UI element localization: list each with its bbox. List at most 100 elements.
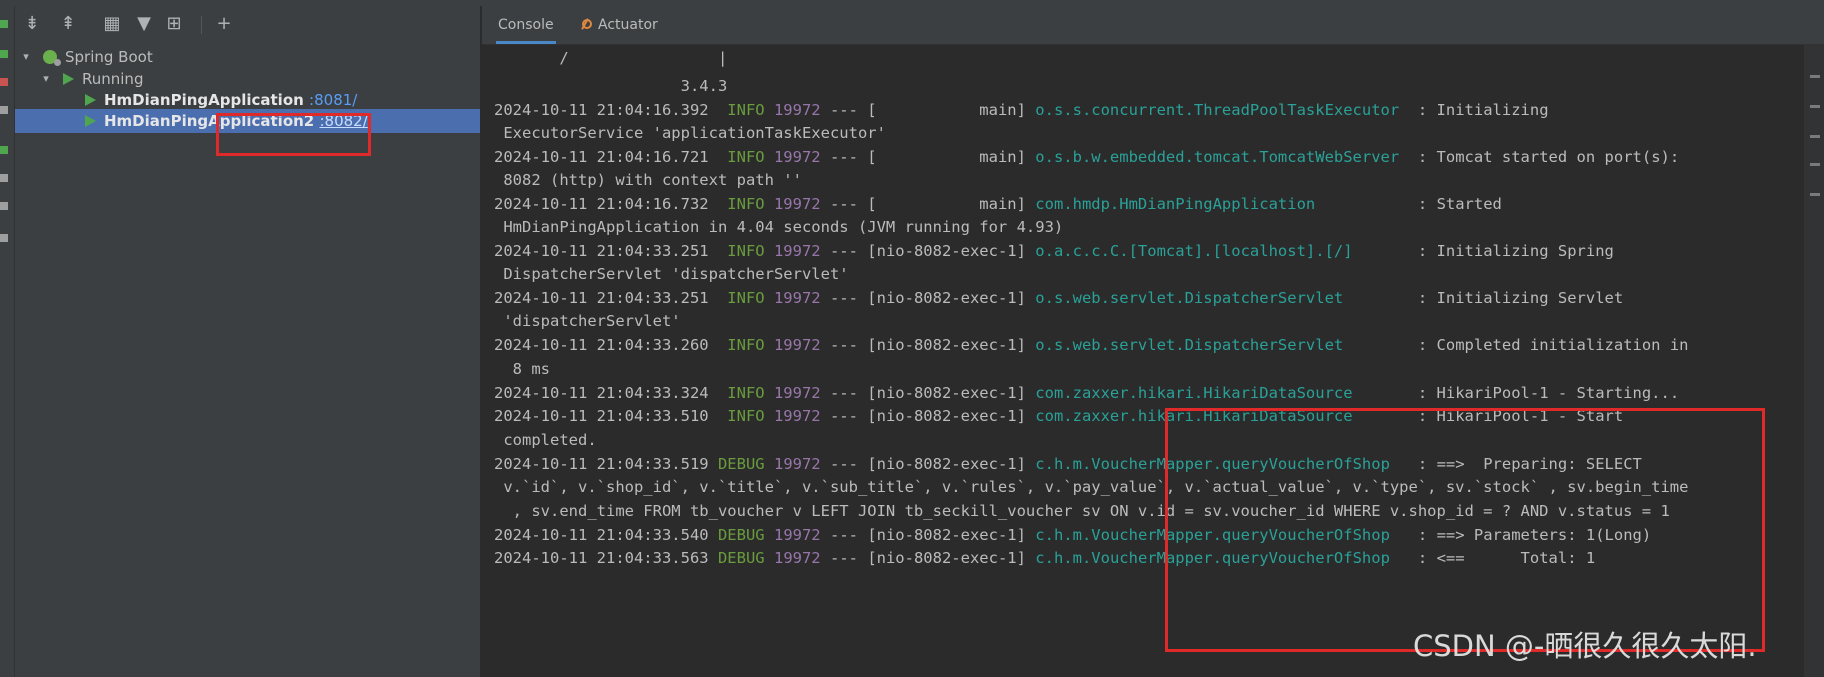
- console-pid: 19972: [773, 455, 821, 473]
- group-icon[interactable]: ▦: [99, 12, 125, 36]
- console-lvl-info: INFO: [727, 384, 765, 402]
- console-text: ExecutorService 'applicationTaskExecutor…: [494, 124, 886, 142]
- print-icon[interactable]: [1810, 163, 1820, 166]
- console-side-toolbar: [1804, 45, 1824, 677]
- console-text: --- [nio-8082-exec-1]: [820, 242, 1036, 260]
- tab-console[interactable]: Console: [496, 6, 556, 44]
- console-text: 8082 (http) with context path '': [494, 171, 802, 189]
- console-text: 2024-10-11 21:04:16.392: [494, 101, 728, 119]
- chevron-down-icon[interactable]: ▾: [19, 45, 33, 69]
- console-logger[interactable]: o.s.web.servlet.DispatcherServlet: [1035, 336, 1343, 354]
- console-text: DispatcherServlet 'dispatcherServlet': [494, 265, 849, 283]
- console-logger[interactable]: c.h.m.VoucherMapper.queryVoucherOfShop: [1035, 549, 1390, 567]
- console-line: 'dispatcherServlet': [494, 308, 680, 334]
- console-text: , sv.end_time FROM tb_voucher v LEFT JOI…: [494, 502, 1670, 520]
- console-lvl-info: INFO: [727, 101, 765, 119]
- console-text: --- [nio-8082-exec-1]: [820, 526, 1036, 544]
- tab-actuator[interactable]: Actuator: [578, 6, 658, 44]
- soft-wrap-icon[interactable]: [1810, 105, 1820, 108]
- console-text: 2024-10-11 21:04:33.251: [494, 289, 728, 307]
- console-text: 2024-10-11 21:04:33.251: [494, 242, 728, 260]
- console-line: , sv.end_time FROM tb_voucher v LEFT JOI…: [494, 498, 1670, 524]
- console-lvl-info: INFO: [727, 242, 765, 260]
- console-line: DispatcherServlet 'dispatcherServlet': [494, 261, 849, 287]
- layout-icon[interactable]: [0, 202, 8, 210]
- console-logger[interactable]: com.zaxxer.hikari.HikariDataSource: [1035, 384, 1352, 402]
- console-text: 2024-10-11 21:04:33.519: [494, 455, 718, 473]
- collapse-all-icon[interactable]: ⇞: [55, 12, 81, 36]
- scroll-end-icon[interactable]: [1810, 135, 1820, 138]
- rerun-icon[interactable]: [0, 20, 8, 28]
- console-logger[interactable]: com.zaxxer.hikari.HikariDataSource: [1035, 407, 1352, 425]
- console-logger[interactable]: o.a.c.c.C.[Tomcat].[localhost].[/]: [1035, 242, 1352, 260]
- filter-icon[interactable]: ▼: [131, 12, 157, 36]
- debug-icon[interactable]: [0, 50, 8, 58]
- console-pid: 19972: [773, 289, 821, 307]
- console-text: : Tomcat started on port(s):: [1399, 148, 1680, 166]
- console-text: --- [nio-8082-exec-1]: [820, 549, 1036, 567]
- port-link[interactable]: :8081/: [309, 91, 357, 109]
- console-text: : Initializing Spring: [1352, 242, 1614, 260]
- new-group-icon[interactable]: ⊞: [161, 12, 187, 36]
- pin-icon[interactable]: [0, 234, 8, 242]
- console-pid: 19972: [773, 336, 821, 354]
- tab-label: Actuator: [598, 17, 658, 33]
- run-icon: [63, 73, 74, 85]
- scroll-up-icon[interactable]: [1810, 75, 1820, 78]
- console-logger[interactable]: o.s.b.w.embedded.tomcat.TomcatWebServer: [1035, 148, 1399, 166]
- tree-node-spring-boot[interactable]: ▾ Spring Boot: [15, 45, 480, 69]
- console-line: 2024-10-11 21:04:33.563 DEBUG 19972 --- …: [494, 545, 1595, 571]
- console-text: HmDianPingApplication in 4.04 seconds (J…: [494, 218, 1064, 236]
- console-line: 2024-10-11 21:04:33.510 INFO 19972 --- […: [494, 403, 1623, 429]
- expand-all-icon[interactable]: ⇟: [19, 12, 45, 36]
- console-output[interactable]: / | 3.4.3 2024-10-11 21:04:16.392 INFO 19…: [482, 45, 1804, 677]
- step-icon[interactable]: [0, 146, 8, 154]
- console-logger[interactable]: o.s.web.servlet.DispatcherServlet: [1035, 289, 1343, 307]
- port-link[interactable]: :8082/: [319, 112, 367, 130]
- console-text: --- [nio-8082-exec-1]: [820, 407, 1036, 425]
- console-pid: 19972: [773, 148, 821, 166]
- console-line: / |: [494, 45, 727, 71]
- console-logger[interactable]: com.hmdp.HmDianPingApplication: [1035, 195, 1315, 213]
- services-tree-panel: ⇟ ⇞ ▦ ▼ ⊞ + ▾ Spring Boot ▾ Running HmDi…: [15, 6, 480, 677]
- clear-icon[interactable]: [1810, 193, 1820, 196]
- spring-boot-icon: [43, 50, 61, 66]
- console-line: HmDianPingApplication in 4.04 seconds (J…: [494, 214, 1063, 240]
- console-text: --- [nio-8082-exec-1]: [820, 384, 1036, 402]
- console-text: --- [nio-8082-exec-1]: [820, 336, 1036, 354]
- console-text: : HikariPool-1 - Starting...: [1352, 384, 1680, 402]
- tab-bar: Console Actuator: [482, 6, 1824, 45]
- console-text: : ==> Parameters: 1(Long): [1389, 526, 1652, 544]
- console-text: --- [ main]: [820, 101, 1036, 119]
- run-icon: [85, 94, 96, 106]
- console-line: 8 ms: [494, 356, 550, 382]
- actuator-icon: [578, 17, 592, 31]
- left-tool-gutter: [0, 6, 15, 677]
- console-pid: 19972: [773, 526, 821, 544]
- console-logger[interactable]: c.h.m.VoucherMapper.queryVoucherOfShop: [1035, 526, 1390, 544]
- console-text: --- [ main]: [820, 148, 1036, 166]
- console-text: : Completed initialization in: [1343, 336, 1689, 354]
- console-logger[interactable]: o.s.s.concurrent.ThreadPoolTaskExecutor: [1035, 101, 1399, 119]
- console-lvl-debug: DEBUG: [717, 455, 765, 473]
- console-pid: 19972: [773, 407, 821, 425]
- console-text: completed.: [494, 431, 597, 449]
- console-text: 8 ms: [494, 360, 550, 378]
- console-logger[interactable]: c.h.m.VoucherMapper.queryVoucherOfShop: [1035, 455, 1390, 473]
- console-line: 2024-10-11 21:04:33.260 INFO 19972 --- […: [494, 332, 1689, 358]
- tree-node-app-8082[interactable]: HmDianPingApplication2 :8082/: [15, 109, 480, 133]
- console-lvl-debug: DEBUG: [717, 526, 765, 544]
- stop-icon[interactable]: [0, 78, 8, 86]
- add-icon[interactable]: +: [211, 12, 237, 36]
- toolbar-separator: [201, 16, 202, 34]
- camera-icon[interactable]: [0, 174, 8, 182]
- console-text: : ==> Preparing: SELECT: [1389, 455, 1642, 473]
- restart-icon[interactable]: [0, 106, 8, 114]
- console-text: 2024-10-11 21:04:16.721: [494, 148, 728, 166]
- console-text: / |: [494, 49, 728, 67]
